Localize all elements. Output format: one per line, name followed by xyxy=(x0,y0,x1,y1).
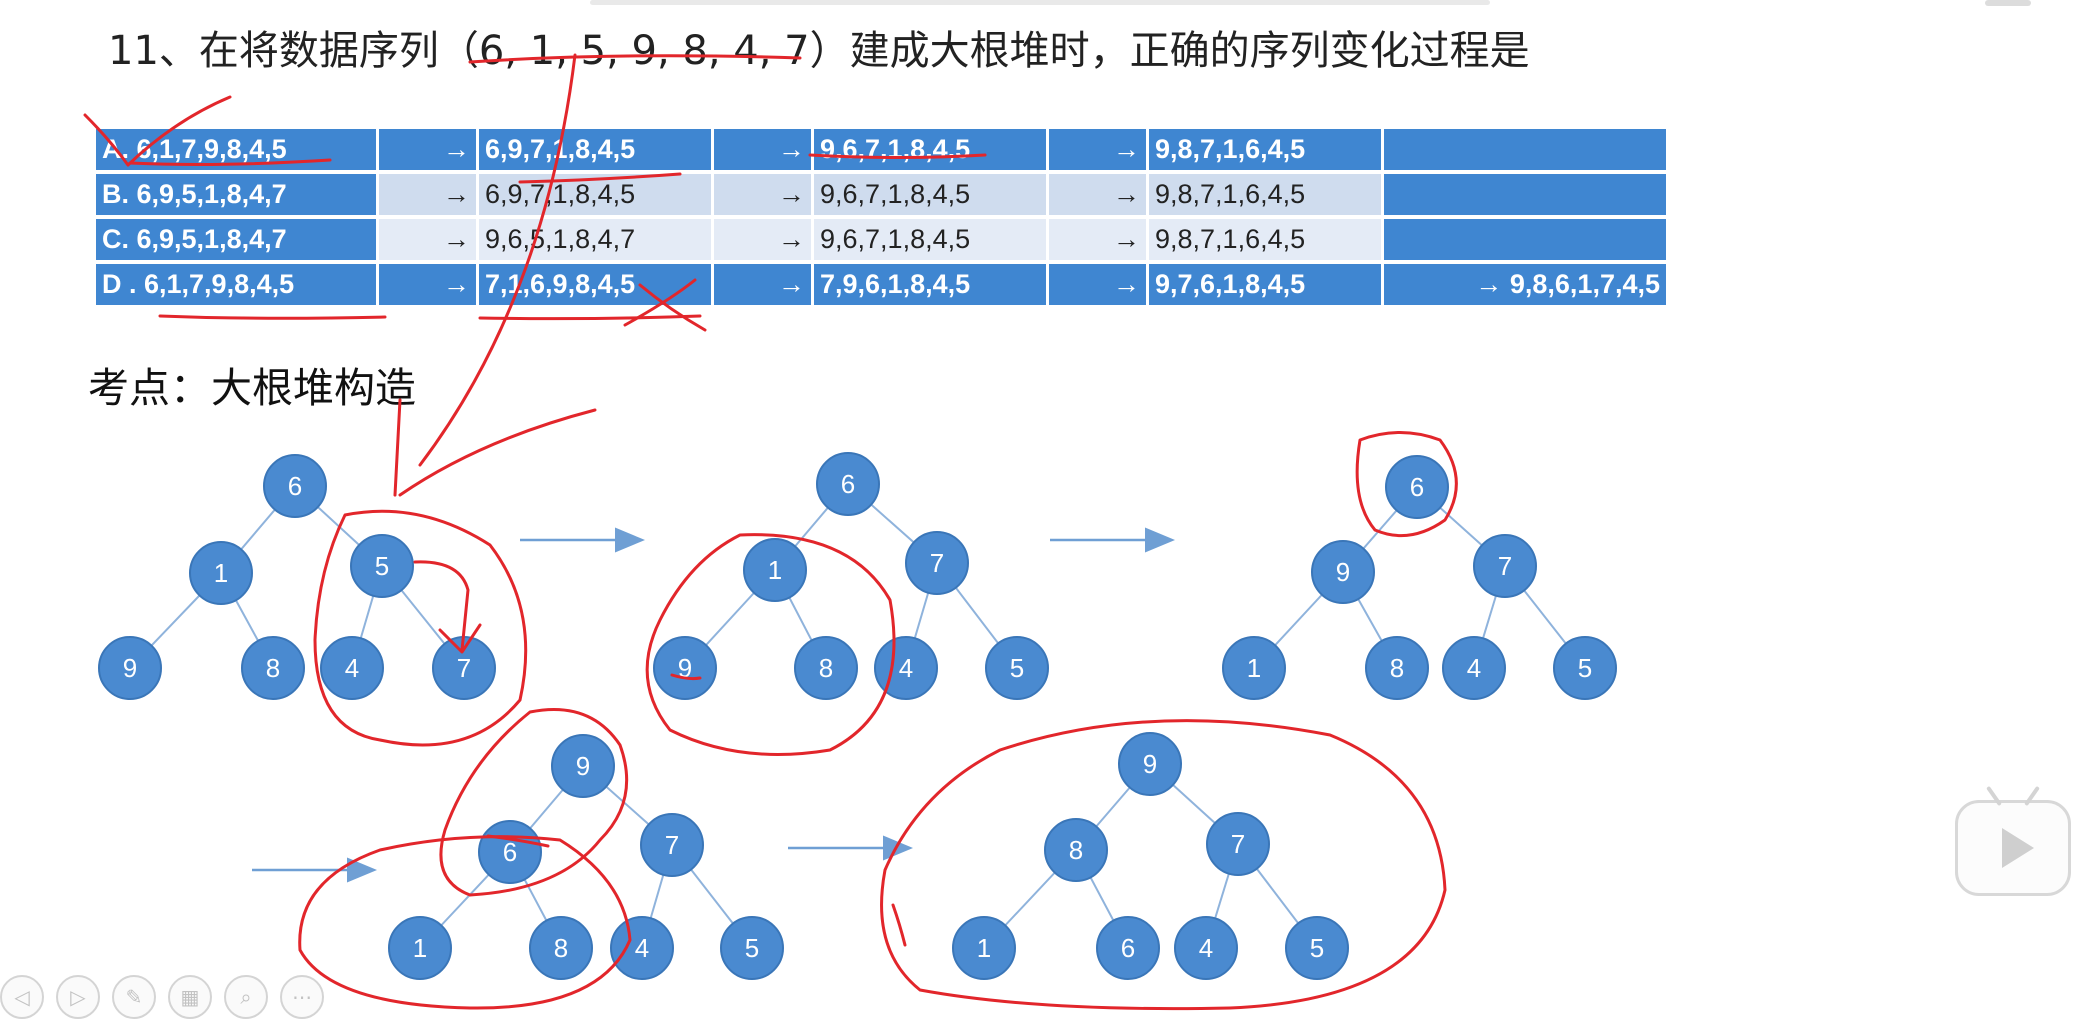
tree-node-label: 1 xyxy=(413,933,427,963)
tree-node-label: 4 xyxy=(1199,933,1213,963)
tree-node-label: 1 xyxy=(1247,653,1261,683)
tree-node-label: 7 xyxy=(1498,551,1512,581)
annotation-underline xyxy=(478,314,702,321)
tree-node-label: 7 xyxy=(930,548,944,578)
tree-node-label: 6 xyxy=(1410,472,1424,502)
tree-node-label: 7 xyxy=(457,653,471,683)
tree-node-label: 4 xyxy=(635,933,649,963)
tree-node-label: 4 xyxy=(1467,653,1481,683)
annotation-underline xyxy=(158,314,387,320)
tree-node-label: 7 xyxy=(1231,829,1245,859)
annotation-circle xyxy=(313,509,528,747)
tree-node-label: 9 xyxy=(1143,749,1157,779)
heap-tree: 6 1 5 9 8 4 7 xyxy=(98,454,496,700)
play-icon xyxy=(2002,828,2034,868)
tree-node-label: 9 xyxy=(1336,557,1350,587)
annotation-check-mark xyxy=(83,95,232,167)
annotation-underline xyxy=(468,54,802,64)
slide-toolbar: ◁ ▷ ✎ ▦ ⌕ ⋯ xyxy=(0,975,324,1019)
grid-icon[interactable]: ▦ xyxy=(168,975,212,1019)
tree-node-label: 6 xyxy=(503,837,517,867)
next-icon[interactable]: ▷ xyxy=(56,975,100,1019)
more-icon[interactable]: ⋯ xyxy=(280,975,324,1019)
annotation-long-arrow xyxy=(393,53,597,497)
annotation-underline xyxy=(128,158,332,166)
annotation-underline xyxy=(518,172,682,184)
tree-node-label: 4 xyxy=(899,653,913,683)
tree-node-label: 6 xyxy=(841,469,855,499)
prev-icon[interactable]: ◁ xyxy=(0,975,44,1019)
heap-diagram: 61 59 8 4 761 79 8 4 569 71 8 4 596 71 8 4 598 71 6 4 5 xyxy=(83,53,1617,1011)
pen-icon[interactable]: ✎ xyxy=(112,975,156,1019)
annotation-tick xyxy=(891,903,907,947)
tree-node-label: 5 xyxy=(1010,653,1024,683)
tree-node-label: 8 xyxy=(1069,835,1083,865)
tree-node-label: 1 xyxy=(768,555,782,585)
tree-node-label: 8 xyxy=(1390,653,1404,683)
tree-node-label: 1 xyxy=(977,933,991,963)
tree-node-label: 5 xyxy=(1578,653,1592,683)
heap-tree: 61 79 8 4 5 xyxy=(653,452,1049,700)
tree-node-label: 9 xyxy=(576,751,590,781)
tree-node-label: 9 xyxy=(123,653,137,683)
tree-node-label: 5 xyxy=(745,933,759,963)
annotation-underline xyxy=(808,153,987,159)
tree-node-label: 5 xyxy=(375,551,389,581)
heap-tree: 9 8 7 1 6 4 5 xyxy=(952,732,1349,980)
tree-node-label: 8 xyxy=(819,653,833,683)
heap-tree: 6 9 7 1 8 4 5 xyxy=(1222,455,1617,700)
tree-node-label: 1 xyxy=(214,558,228,588)
play-button[interactable] xyxy=(1955,800,2071,896)
heap-trees: 61 59 8 4 761 79 8 4 569 71 8 4 596 71 8 4 598 71 6 4 5 xyxy=(98,452,1617,980)
tree-node-label: 7 xyxy=(665,830,679,860)
annotation-swap-arrow xyxy=(413,560,482,654)
annotation-circle xyxy=(298,835,632,1010)
annotation-cross-mark xyxy=(623,278,707,332)
tree-node-label: 8 xyxy=(266,653,280,683)
tree-node-label: 6 xyxy=(1121,933,1135,963)
tree-node-label: 5 xyxy=(1310,933,1324,963)
tree-node-label: 6 xyxy=(288,471,302,501)
zoom-icon[interactable]: ⌕ xyxy=(224,975,268,1019)
tree-node-label: 4 xyxy=(345,653,359,683)
tree-node-label: 8 xyxy=(554,933,568,963)
